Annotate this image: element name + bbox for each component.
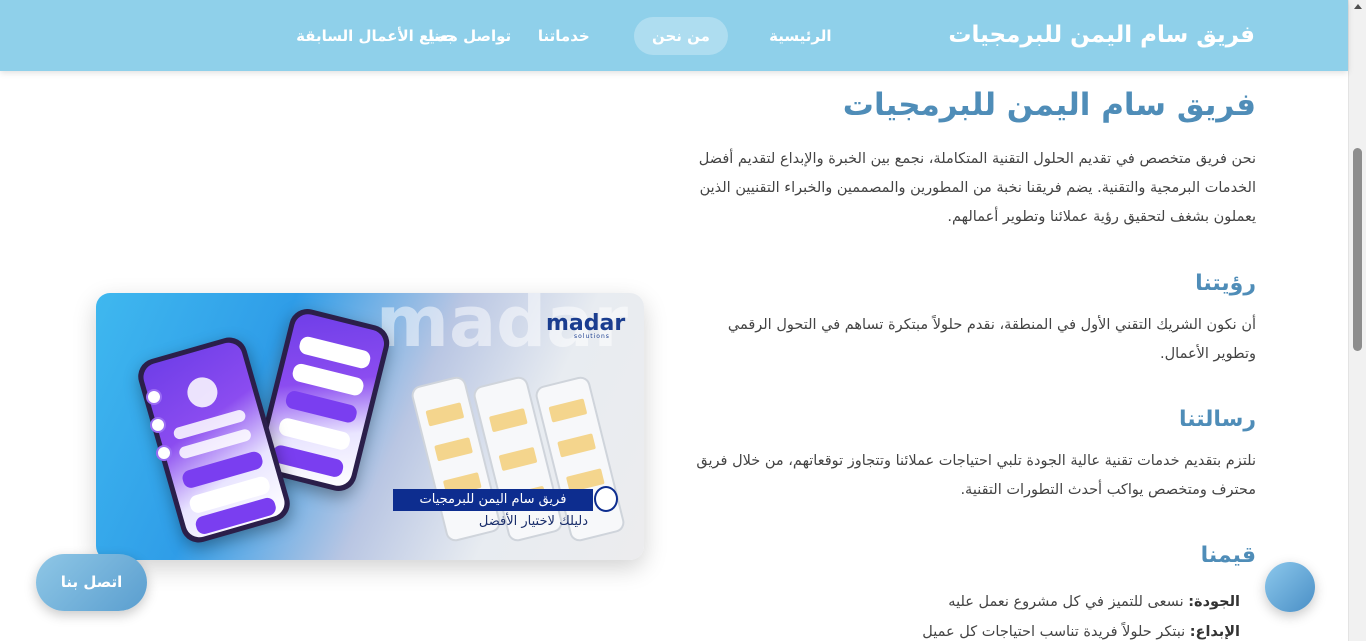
value-text: نسعى للتميز في كل مشروع نعمل عليه [948, 594, 1189, 610]
site-header: فريق سام اليمن للبرمجيات الرئيسية من نحن… [0, 0, 1348, 71]
home-icon [146, 389, 162, 405]
scroll-to-top-button[interactable] [1265, 562, 1315, 612]
vision-heading: رؤيتنا [1195, 271, 1256, 296]
value-text: نبتكر حلولاً فريدة تناسب احتياجات كل عمي… [922, 624, 1190, 640]
search-icon [150, 417, 166, 433]
value-label: الإبداع: [1189, 624, 1240, 640]
scroll-up-arrow-icon[interactable] [1354, 4, 1362, 9]
nav-portfolio[interactable]: جميع الأعمال السابقة [278, 17, 474, 55]
illustration-banner-title: فريق سام اليمن للبرمجيات [393, 489, 593, 511]
vision-text: أن نكون الشريك التقني الأول في المنطقة، … [727, 317, 1256, 362]
about-text-column: فريق سام اليمن للبرمجيات نحن فريق متخصص … [696, 85, 1256, 641]
phone-mockup [133, 333, 295, 547]
contact-us-button[interactable]: اتصل بنا [36, 554, 147, 611]
phone-badge-icon [594, 486, 618, 512]
avatar-icon [183, 373, 221, 411]
nav-about[interactable]: من نحن [633, 17, 728, 55]
value-label: الجودة: [1188, 594, 1240, 610]
value-item-creativity: الإبداع: نبتكر حلولاً فريدة تناسب احتياج… [696, 617, 1240, 641]
value-item-quality: الجودة: نسعى للتميز في كل مشروع نعمل علي… [696, 587, 1240, 617]
about-illustration: madar madar solutions فريق سام اليمن للب… [96, 293, 644, 560]
about-section: فريق سام اليمن للبرمجيات نحن فريق متخصص … [0, 71, 1348, 641]
mission-text: نلتزم بتقديم خدمات تقنية عالية الجودة تل… [696, 453, 1256, 498]
nav-services[interactable]: خدماتنا [520, 17, 608, 55]
illustration-banner-subtitle: دليلك لاختيار الأفضل [478, 514, 588, 529]
phone-screen [140, 339, 288, 541]
page-title: فريق سام اليمن للبرمجيات [842, 87, 1256, 123]
mission-heading: رسالتنا [1178, 407, 1256, 432]
madar-logo-sub: solutions [574, 333, 610, 340]
nav-home[interactable]: الرئيسية [751, 17, 849, 55]
heart-icon [156, 445, 172, 461]
page-scrollbar[interactable] [1348, 0, 1366, 641]
main-nav: الرئيسية من نحن خدماتنا تواصل معنا جميع … [0, 17, 1348, 55]
scrollbar-thumb[interactable] [1353, 148, 1362, 351]
values-list: الجودة: نسعى للتميز في كل مشروع نعمل علي… [696, 587, 1256, 641]
intro-paragraph: نحن فريق متخصص في تقديم الحلول التقنية ا… [698, 151, 1256, 225]
values-heading: قيمنا [1200, 543, 1256, 568]
